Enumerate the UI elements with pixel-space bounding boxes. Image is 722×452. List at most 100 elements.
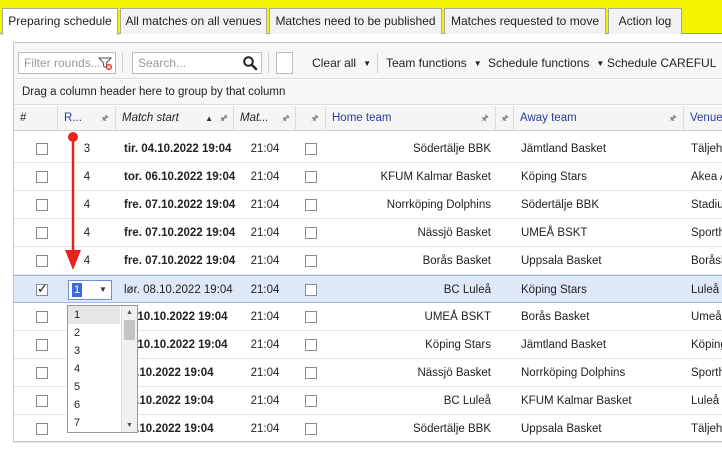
venue-cell[interactable]: Boråsh [691, 247, 722, 275]
row-select-checkbox[interactable] [36, 281, 48, 297]
published-checkbox[interactable] [305, 227, 317, 239]
away-team-cell[interactable]: Uppsala Basket [521, 415, 681, 443]
venue-cell[interactable]: Täljeh [691, 415, 722, 443]
round-editor-value[interactable]: 1 [72, 283, 83, 297]
match-start-cell[interactable]: 11.10.2022 19:04 [124, 415, 236, 443]
match-start-cell[interactable]: n. 10.10.2022 19:04 [124, 303, 236, 331]
column-header-match-start[interactable]: Match start ▲ 🖈 [116, 106, 234, 131]
venue-cell[interactable]: Sporth [691, 359, 722, 387]
table-row[interactable]: 4 fre. 07.10.2022 19:04 21:04 Borås Basket U… [14, 247, 722, 275]
column-header-away-team[interactable]: Away team 🖈 [514, 106, 684, 131]
match-start-cell[interactable]: fre. 07.10.2022 19:04 [124, 191, 236, 219]
away-team-cell[interactable]: Köping Stars [521, 163, 681, 191]
home-team-cell[interactable]: KFUM Kalmar Basket [326, 163, 491, 191]
match-start-cell[interactable]: fre. 07.10.2022 19:04 [124, 219, 236, 247]
published-checkbox[interactable] [305, 367, 317, 379]
dropdown-option[interactable]: 7 [68, 414, 120, 432]
dropdown-scrollbar[interactable]: ▲ ▼ [121, 306, 137, 432]
published-checkbox[interactable] [305, 284, 317, 296]
match-start-cell[interactable]: fre. 07.10.2022 19:04 [124, 247, 236, 275]
home-team-cell[interactable]: UMEÅ BSKT [326, 303, 491, 331]
match-end-cell[interactable]: 21:04 [234, 135, 296, 163]
row-select-checkbox[interactable] [36, 395, 48, 407]
venue-cell[interactable]: Akea A [691, 163, 722, 191]
scroll-down-icon[interactable]: ▼ [122, 419, 137, 432]
away-team-cell[interactable]: KFUM Kalmar Basket [521, 387, 681, 415]
match-start-cell[interactable]: 11.10.2022 19:04 [124, 387, 236, 415]
home-team-cell[interactable]: Södertälje BBK [326, 135, 491, 163]
schedule-careful-button[interactable]: Schedule CAREFUL▼ [607, 52, 722, 74]
tab-action-log[interactable]: Action log [608, 8, 682, 34]
table-row[interactable]: 4 fre. 07.10.2022 19:04 21:04 Norrköping Do… [14, 191, 722, 219]
row-select-checkbox[interactable] [36, 367, 48, 379]
select-all-checkbox[interactable] [276, 52, 293, 74]
round-dropdown-list[interactable]: ▲ ▼ 1234567 [67, 305, 138, 433]
away-team-cell[interactable]: Borås Basket [521, 303, 681, 331]
home-team-cell[interactable]: Nässjö Basket [326, 219, 491, 247]
match-end-cell[interactable]: 21:04 [234, 163, 296, 191]
filter-pin-icon[interactable]: 🖈 [219, 106, 227, 131]
tab-matches-requested-to-move[interactable]: Matches requested to move [444, 8, 606, 34]
row-select-checkbox[interactable] [36, 423, 48, 435]
away-team-cell[interactable]: Jämtland Basket [521, 135, 681, 163]
match-start-cell[interactable]: 11.10.2022 19:04 [124, 359, 236, 387]
table-row[interactable]: 1▼lør. 08.10.2022 19:0421:04BC LuleåKöpi… [14, 275, 722, 303]
home-team-cell[interactable]: Södertälje BBK [326, 415, 491, 443]
tab-all-matches-on-all-venues[interactable]: All matches on all venues [120, 8, 267, 34]
schedule-functions-button[interactable]: Schedule functions ▼ [488, 52, 604, 74]
match-end-cell[interactable]: 21:04 [234, 191, 296, 219]
venue-cell[interactable]: Luleå [691, 387, 722, 415]
published-checkbox[interactable] [305, 171, 317, 183]
home-team-cell[interactable]: BC Luleå [326, 387, 491, 415]
filter-pin-icon[interactable]: 🖈 [481, 106, 489, 131]
venue-cell[interactable]: Sporth [691, 219, 722, 247]
away-team-cell[interactable]: Köping Stars [521, 276, 681, 304]
away-team-cell[interactable]: UMEÅ BSKT [521, 219, 681, 247]
team-functions-button[interactable]: Team functions ▼ [386, 52, 482, 74]
venue-cell[interactable]: Umeå [691, 303, 722, 331]
match-start-cell[interactable]: n. 10.10.2022 19:04 [124, 331, 236, 359]
away-team-cell[interactable]: Jämtland Basket [521, 331, 681, 359]
table-row[interactable]: 4 fre. 07.10.2022 19:04 21:04 Nässjö Basket… [14, 219, 722, 247]
table-row[interactable]: 3 tir. 04.10.2022 19:04 21:04 Södertälje BB… [14, 135, 722, 163]
match-end-cell[interactable]: 21:04 [234, 303, 296, 331]
published-checkbox[interactable] [305, 199, 317, 211]
match-start-cell[interactable]: lør. 08.10.2022 19:04 [124, 276, 236, 304]
row-select-checkbox[interactable] [36, 311, 48, 323]
dropdown-option[interactable]: 5 [68, 378, 120, 396]
row-select-checkbox[interactable] [36, 227, 48, 239]
venue-cell[interactable]: Köping [691, 331, 722, 359]
filter-pin-icon[interactable]: 🖈 [669, 106, 677, 131]
match-end-cell[interactable]: 21:04 [234, 387, 296, 415]
search-icon[interactable] [242, 55, 258, 71]
filter-pin-icon[interactable]: 🖈 [101, 106, 109, 131]
published-checkbox[interactable] [305, 255, 317, 267]
dropdown-option[interactable]: 2 [68, 324, 120, 342]
dropdown-option[interactable]: 6 [68, 396, 120, 414]
group-by-panel[interactable]: Drag a column header here to group by th… [14, 80, 722, 105]
venue-cell[interactable]: Luleå E [691, 276, 722, 304]
match-end-cell[interactable]: 21:04 [234, 359, 296, 387]
chevron-down-icon[interactable]: ▼ [96, 282, 110, 298]
round-editor[interactable]: 1 ▼ [68, 280, 112, 300]
scroll-up-icon[interactable]: ▲ [122, 306, 137, 319]
tab-preparing-schedule[interactable]: Preparing schedule [2, 8, 118, 35]
table-row[interactable]: 4 tor. 06.10.2022 19:04 21:04 KFUM Kalmar B… [14, 163, 722, 191]
home-team-cell[interactable]: Borås Basket [326, 247, 491, 275]
published-checkbox[interactable] [305, 311, 317, 323]
filter-clear-icon[interactable] [97, 55, 113, 71]
filter-pin-icon[interactable]: 🖈 [501, 106, 509, 131]
away-team-cell[interactable]: Uppsala Basket [521, 247, 681, 275]
match-start-cell[interactable]: tor. 06.10.2022 19:04 [124, 163, 236, 191]
home-team-cell[interactable]: Köping Stars [326, 331, 491, 359]
filter-pin-icon[interactable]: 🖈 [281, 106, 289, 131]
away-team-cell[interactable]: Norrköping Dolphins [521, 359, 681, 387]
home-team-cell[interactable]: Nässjö Basket [326, 359, 491, 387]
column-header-swap[interactable]: 🖈 [496, 106, 514, 131]
match-start-cell[interactable]: tir. 04.10.2022 19:04 [124, 135, 236, 163]
search-input[interactable]: Search... [132, 52, 262, 74]
venue-cell[interactable]: Stadiu [691, 191, 722, 219]
column-header-home-team[interactable]: Home team 🖈 [326, 106, 496, 131]
column-header-venue[interactable]: Venue [684, 106, 722, 131]
match-end-cell[interactable]: 21:04 [234, 276, 296, 304]
